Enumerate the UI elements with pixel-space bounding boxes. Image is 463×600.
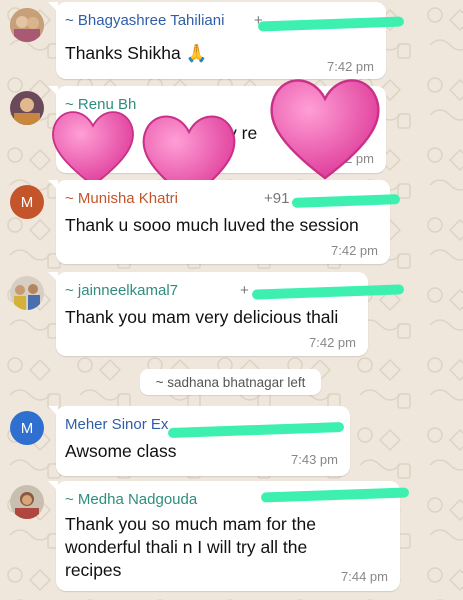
redaction-mark: [167, 421, 345, 439]
message-time: 7:44 pm: [341, 569, 388, 584]
sender-phone: +: [240, 282, 249, 299]
avatar[interactable]: M: [10, 185, 44, 219]
redaction-mark: [291, 194, 401, 208]
profile-photo-icon: [10, 8, 44, 42]
sender-name[interactable]: ~ Medha Nadgouda: [65, 491, 197, 508]
redaction-mark: [260, 487, 410, 503]
profile-photo-icon: [10, 485, 44, 519]
message-text: Thank u sooo much luved the session: [65, 215, 359, 235]
heart-sticker: [52, 111, 134, 187]
sender-name[interactable]: Meher Sinor Ex: [65, 416, 168, 433]
sender-phone: +91: [264, 190, 290, 207]
message-time: 7:42 pm: [331, 243, 378, 258]
message-time: 7:43 pm: [291, 452, 338, 467]
avatar[interactable]: [10, 276, 44, 310]
avatar[interactable]: M: [10, 411, 44, 445]
profile-photo-icon: [10, 276, 44, 310]
message-bubble[interactable]: ~ jainneelkamal7 + Thank you mam very de…: [48, 272, 405, 356]
sender-name[interactable]: ~ jainneelkamal7: [65, 282, 178, 299]
message-text: Thank you so much mam for the: [65, 514, 316, 534]
message-text: recipes: [65, 560, 122, 580]
message-bubble[interactable]: ~ Bhagyashree Tahiliani + Thanks Shikha …: [48, 2, 405, 79]
message-bubble[interactable]: Meher Sinor Ex Awsome class 7:43 pm: [48, 406, 350, 476]
avatar-letter: M: [20, 419, 34, 437]
sender-name[interactable]: ~ Bhagyashree Tahiliani: [65, 12, 224, 29]
avatar-letter: M: [20, 193, 34, 211]
message-bubble[interactable]: ~ Medha Nadgouda Thank you so much mam f…: [48, 481, 410, 591]
avatar[interactable]: [10, 485, 44, 519]
system-message: ~ sadhana bhatnagar left: [140, 369, 321, 395]
avatar[interactable]: [10, 91, 44, 125]
message-text: Thank you mam very delicious thali: [65, 307, 339, 327]
message-bubble[interactable]: ~ Munisha Khatri +91 Thank u sooo much l…: [48, 180, 401, 264]
redaction-mark: [257, 16, 405, 32]
heart-sticker: [270, 79, 380, 180]
message-text: Awsome class: [65, 441, 177, 461]
profile-photo-icon: [10, 91, 44, 125]
avatar[interactable]: [10, 8, 44, 42]
message-time: 7:42 pm: [309, 335, 356, 350]
message-text: Thanks Shikha 🙏: [65, 43, 208, 63]
message-text: wonderful thali n I will try all the: [65, 537, 308, 557]
sender-name[interactable]: ~ Munisha Khatri: [65, 190, 178, 207]
